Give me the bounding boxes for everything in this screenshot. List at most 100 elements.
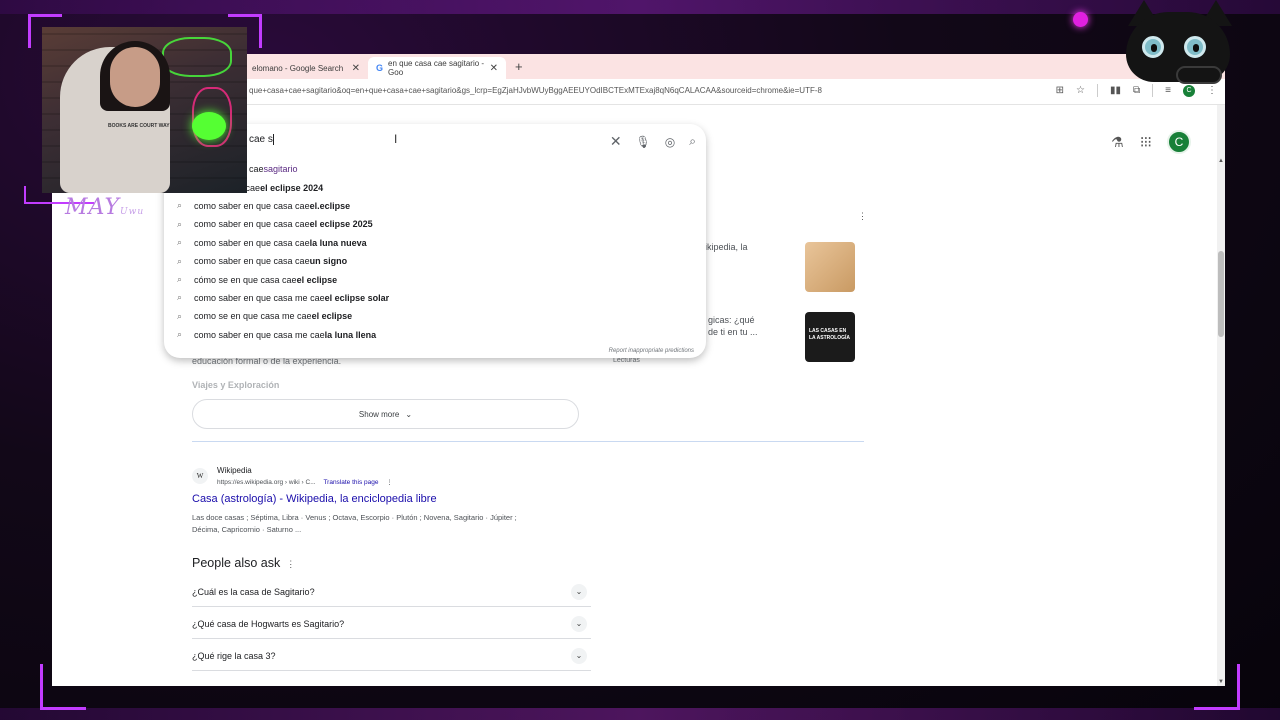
- suggestion-completion: el eclipse: [296, 274, 338, 285]
- toolbar-separator: [1097, 84, 1098, 97]
- suggestion-item[interactable]: ⌕ como saber en que casa cae el eclipse 2…: [164, 215, 706, 233]
- search-icon: ⌕: [176, 310, 182, 321]
- voice-search-mic-icon[interactable]: 🎙: [636, 135, 651, 149]
- suggestion-completion: la luna nueva: [309, 237, 367, 248]
- chevron-down-icon[interactable]: ⌄: [571, 583, 587, 600]
- search-magnifier-icon[interactable]: ⌕: [689, 134, 696, 149]
- result-snippet: Las doce casas ; Séptima, Libra · Venus …: [192, 512, 592, 536]
- suggestion-prefix: como saber en que casa cae: [194, 237, 310, 248]
- cat-pupil: [1151, 44, 1157, 52]
- streamer-name-logo: MAYUwu: [65, 195, 144, 220]
- streamer-name: MAY: [65, 195, 121, 220]
- url-text[interactable]: que+casa+cae+sagitario&oq=en+que+casa+ca…: [249, 86, 822, 95]
- more-options-icon[interactable]: ⋮: [858, 211, 867, 222]
- result-url-text[interactable]: https://es.wikipedia.org › wiki › C...: [217, 479, 316, 486]
- chevron-down-icon[interactable]: ⌄: [571, 647, 587, 664]
- result-title-link[interactable]: Casa (astrología) - Wikipedia, la encicl…: [192, 493, 437, 505]
- search-actions: ✕ 🎙 ◎ ⌕: [610, 133, 696, 150]
- suggestion-prefix: como saber en que casa me cae: [194, 292, 325, 303]
- labs-flask-icon[interactable]: ⚗: [1111, 134, 1124, 151]
- wikipedia-favicon-icon: W: [192, 468, 208, 484]
- neon-bottom-bar: [0, 708, 1280, 720]
- streamer-body: BOOKS ARE COURT WAY: [60, 41, 170, 193]
- cat-eye: [1142, 36, 1164, 58]
- new-tab-button[interactable]: +: [515, 59, 523, 74]
- suggestion-completion: el eclipse: [311, 311, 353, 322]
- search-icon: ⌕: [176, 218, 182, 229]
- search-icon: ⌕: [176, 200, 182, 211]
- suggestion-item[interactable]: ⌕ como saber en que casa cae el.eclipse: [164, 197, 706, 215]
- suggestion-item[interactable]: ⌕ como saber en que casa cae la luna nuev…: [164, 234, 706, 252]
- suggestion-completion: el.eclipse: [309, 200, 351, 211]
- kp-snippet: gicas: ¿qué de ti en tu ...: [708, 314, 758, 338]
- suggestion-item[interactable]: ⌕ como saber en que casa me cae la luna l…: [164, 326, 706, 344]
- webcam-corner-frame: [28, 14, 62, 48]
- paa-question[interactable]: ¿Qué rige la casa 3? ⌄: [192, 641, 591, 671]
- kp-snippet: ikipedia, la: [705, 242, 748, 252]
- stream-overlay: elomano - Google Search ✕ G en que casa …: [0, 0, 1280, 720]
- chevron-down-icon[interactable]: ⌄: [571, 615, 587, 632]
- cat-eye: [1184, 36, 1206, 58]
- overlay-corner-frame: [40, 664, 86, 710]
- kp-source-label[interactable]: Lecturas: [613, 357, 640, 364]
- report-predictions-link[interactable]: Report inappropriate predictions: [609, 348, 694, 354]
- suggestion-prefix: como saber en que casa cae: [194, 219, 310, 230]
- more-options-icon[interactable]: ⋮: [386, 479, 393, 486]
- suggestion-item[interactable]: ⌕ como saber en que casa me cae el eclips…: [164, 289, 706, 307]
- suggestion-prefix: cómo se en que casa cae: [194, 274, 297, 285]
- suggestion-completion: la luna llena: [324, 329, 377, 340]
- search-query-text: cae s: [249, 134, 273, 146]
- translate-icon[interactable]: ⊞: [1056, 85, 1064, 96]
- translate-page-link[interactable]: Translate this page: [323, 479, 378, 486]
- paa-title: People also ask: [192, 556, 281, 570]
- kp-thumbnail-casas[interactable]: LAS CASAS EN LA ASTROLOGÍA: [805, 312, 855, 362]
- section-divider: [192, 441, 864, 442]
- webcam-feed: BOOKS ARE COURT WAY: [42, 27, 247, 193]
- suggestion-item[interactable]: ⌕ cómo se en que casa cae el eclipse: [164, 270, 706, 288]
- google-icon: G: [376, 63, 384, 73]
- suggestion-completion: el eclipse solar: [324, 292, 390, 303]
- suggestion-prefix: como se en que casa me cae: [194, 311, 312, 322]
- suggestion-item[interactable]: ⌕ como saber en que casa cae un signo: [164, 252, 706, 270]
- search-icon: ⌕: [176, 292, 182, 303]
- suggestion-completion: el eclipse 2024: [260, 182, 324, 193]
- clear-search-icon[interactable]: ✕: [610, 133, 622, 150]
- suggestion-completion: el eclipse 2025: [309, 219, 373, 230]
- tab-search-sagitario[interactable]: G en que casa cae sagitario - Goo ✕: [368, 57, 506, 79]
- mouse-ibeam-cursor-icon: I: [394, 132, 398, 146]
- paa-question[interactable]: ¿Cuál es la casa de Sagitario? ⌄: [192, 577, 591, 607]
- scroll-up-arrow-icon[interactable]: ▲: [1218, 158, 1224, 164]
- faded-heading: Viajes y Exploración: [192, 380, 280, 390]
- streamer-suffix: Uwu: [120, 207, 145, 217]
- snippet-line: Las doce casas ; Séptima, Libra · Venus …: [192, 513, 517, 522]
- kp-thumbnail[interactable]: [805, 242, 855, 292]
- show-more-button[interactable]: Show more ⌄: [192, 399, 579, 429]
- lens-camera-icon[interactable]: ◎: [665, 135, 675, 149]
- neon-top-bar: [0, 0, 1280, 14]
- streamer-face: [110, 47, 160, 107]
- cat-pupil: [1193, 44, 1199, 52]
- result-site-name[interactable]: Wikipedia: [217, 466, 252, 475]
- bookmark-star-icon[interactable]: ☆: [1076, 85, 1085, 96]
- apps-grid-icon[interactable]: ⁝⁝⁝: [1140, 133, 1152, 151]
- paa-question-text: ¿Qué casa de Hogwarts es Sagitario?: [192, 618, 345, 629]
- black-cat-mascot-icon: [1118, 0, 1238, 96]
- snippet-line: Décima, Capricornio · Saturno ...: [192, 525, 302, 534]
- close-tab-icon[interactable]: ✕: [490, 63, 498, 74]
- close-tab-icon[interactable]: ✕: [352, 63, 360, 74]
- paa-question[interactable]: ¿Qué casa de Hogwarts es Sagitario? ⌄: [192, 609, 591, 639]
- paa-question-text: ¿Cuál es la casa de Sagitario?: [192, 586, 315, 597]
- tab-search-elomano[interactable]: elomano - Google Search ✕: [244, 57, 368, 79]
- page-scrollbar[interactable]: ▲ ▼: [1217, 105, 1225, 686]
- search-icon: ⌕: [176, 237, 182, 248]
- google-account-avatar[interactable]: C: [1167, 130, 1191, 154]
- more-options-icon[interactable]: ⋮: [286, 559, 295, 569]
- scrollbar-thumb[interactable]: [1218, 251, 1224, 337]
- tab-label: elomano - Google Search: [252, 63, 344, 73]
- google-header-right: ⚗ ⁝⁝⁝ C: [1111, 130, 1191, 154]
- result-url: https://es.wikipedia.org › wiki › C... T…: [217, 478, 393, 486]
- neon-green-sign: [162, 37, 232, 77]
- search-input[interactable]: cae s: [249, 134, 274, 145]
- search-icon: ⌕: [176, 274, 182, 285]
- suggestion-item[interactable]: ⌕ como se en que casa me cae el eclipse: [164, 307, 706, 325]
